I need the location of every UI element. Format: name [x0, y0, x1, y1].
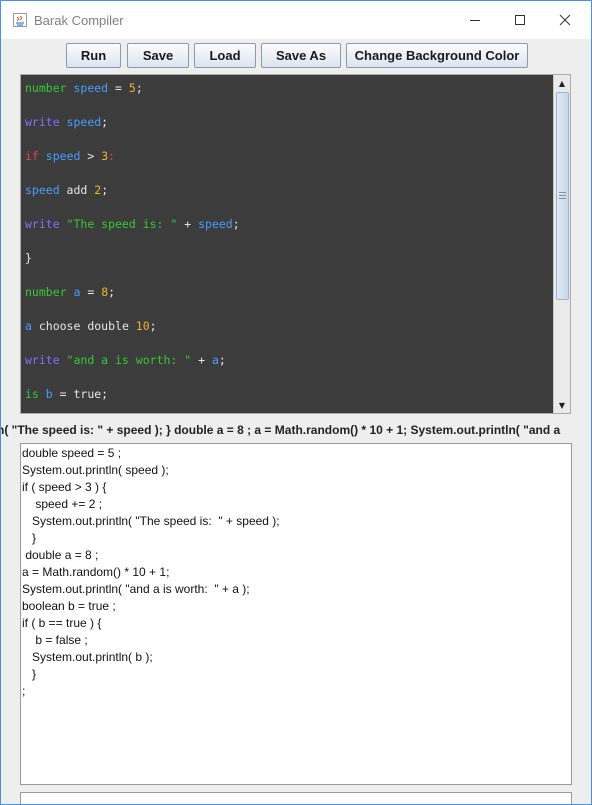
minimize-button[interactable] [453, 5, 497, 35]
java-icon [13, 13, 27, 27]
code-token: speed [45, 149, 81, 163]
close-button[interactable] [543, 5, 587, 35]
code-editor[interactable]: number speed = 5; write speed; if speed > … [20, 74, 571, 414]
maximize-icon [515, 15, 525, 25]
toolbar: Run Save Load Save As Change Background … [1, 39, 591, 73]
editor-scrollbar[interactable]: ▲ ▼ [553, 75, 570, 413]
output-line: a = Math.random() * 10 + 1; [22, 565, 170, 579]
grip-line [559, 198, 566, 199]
save-button[interactable]: Save [127, 43, 189, 68]
output-line: double a = 8 ; [22, 548, 99, 562]
code-token: speed [198, 217, 233, 231]
code-token: ; [135, 81, 143, 95]
output-line: speed += 2 ; [22, 497, 103, 511]
code-token: choose double [31, 319, 136, 333]
code-token: write [25, 217, 67, 231]
code-token: add [59, 183, 95, 197]
code-token: : [108, 149, 116, 163]
code-line: } [25, 250, 32, 266]
save-as-button[interactable]: Save As [261, 43, 341, 68]
code-token: write [25, 115, 67, 129]
code-token: if [25, 149, 46, 163]
code-line: write speed; [25, 114, 108, 130]
code-token: b [45, 387, 53, 401]
code-token: write [25, 353, 67, 367]
maximize-button[interactable] [498, 5, 542, 35]
inline-output-bar: println( "The speed is: " + speed ); } d… [1, 421, 591, 439]
code-line: number speed = 5; [25, 80, 143, 96]
inline-output-text: println( "The speed is: " + speed ); } d… [1, 423, 561, 437]
run-button[interactable]: Run [66, 43, 121, 68]
code-token: speed [73, 81, 109, 95]
code-token: ; [101, 183, 109, 197]
code-line: if speed > 3: [25, 148, 115, 164]
code-token: a [25, 319, 32, 333]
code-token: 5 [128, 81, 136, 95]
code-token: } [25, 251, 32, 265]
output-line: b = false ; [22, 633, 88, 647]
code-line: write "and a is worth: " + a; [25, 352, 226, 368]
scroll-up-arrow-icon[interactable]: ▲ [554, 75, 570, 91]
change-background-color-button[interactable]: Change Background Color [346, 43, 528, 68]
code-line: number a = 8; [25, 284, 115, 300]
scrollbar-thumb[interactable] [556, 92, 569, 300]
code-token: = [108, 81, 129, 95]
code-token: 10 [135, 319, 150, 333]
code-token: = [80, 285, 102, 299]
output-line: System.out.println( speed ); [22, 463, 169, 477]
code-token: is [25, 387, 46, 401]
output-line: System.out.println( "and a is worth: " +… [22, 582, 250, 596]
output-line: ; [22, 684, 26, 698]
code-token: + [177, 217, 199, 231]
load-button[interactable]: Load [194, 43, 256, 68]
app-window: Barak Compiler Run Save Load Save As Cha… [0, 0, 592, 805]
output-line: double speed = 5 ; [22, 446, 122, 460]
code-token: "and a is worth: " [66, 353, 192, 367]
bottom-text-field[interactable] [20, 792, 572, 804]
java-output-area[interactable]: double speed = 5 ; System.out.println( sp… [20, 443, 572, 785]
minimize-icon [470, 20, 480, 21]
output-line: } [22, 531, 37, 545]
code-token: ; [232, 217, 240, 231]
code-token: speed [66, 115, 102, 129]
code-token: ; [108, 285, 116, 299]
code-line: write "The speed is: " + speed; [25, 216, 240, 232]
grip-line [559, 192, 566, 193]
code-line: is b = true; [25, 386, 108, 402]
output-line: boolean b = true ; [22, 599, 116, 613]
code-token: "The speed is: " [66, 217, 178, 231]
grip-line [559, 195, 566, 196]
scroll-down-arrow-icon[interactable]: ▼ [554, 397, 570, 413]
code-token: = true; [52, 387, 109, 401]
code-token: + [191, 353, 212, 367]
output-line: if ( speed > 3 ) { [22, 480, 107, 494]
output-line: } [22, 667, 37, 681]
output-line: System.out.println( "The speed is: " + s… [22, 514, 280, 528]
code-token: ; [149, 319, 157, 333]
code-token: > [80, 149, 102, 163]
code-line: speed add 2; [25, 182, 108, 198]
code-token: a [211, 353, 219, 367]
title-bar: Barak Compiler [1, 1, 591, 39]
close-icon [559, 14, 571, 26]
code-line: a choose double 10; [25, 318, 157, 334]
code-token: speed [25, 183, 60, 197]
output-line: if ( b == true ) { [22, 616, 102, 630]
code-token: ; [101, 115, 109, 129]
code-token: number [25, 285, 74, 299]
output-line: System.out.println( b ); [22, 650, 153, 664]
window-title: Barak Compiler [34, 13, 124, 28]
code-token: ; [218, 353, 226, 367]
code-token: number [25, 81, 74, 95]
